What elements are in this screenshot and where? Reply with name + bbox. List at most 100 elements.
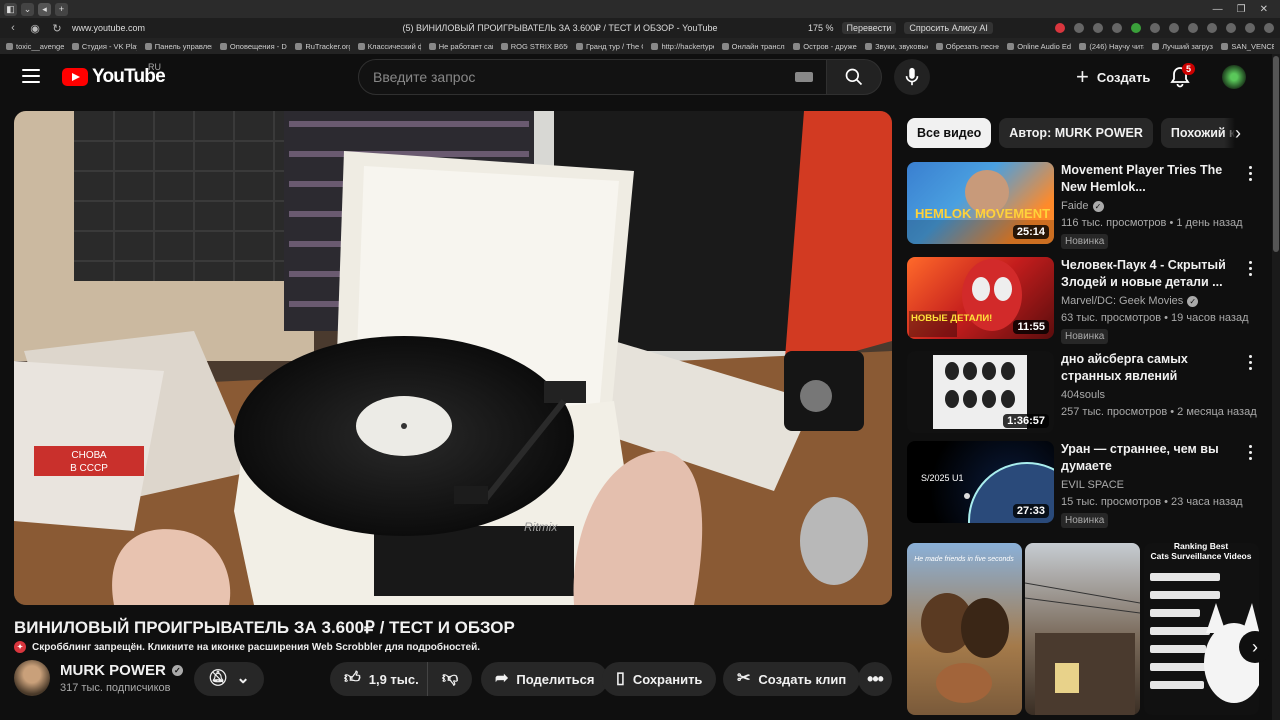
site-info-icon[interactable]: ◉ [28,22,42,35]
search-input[interactable] [373,69,795,85]
account-avatar[interactable] [1222,65,1246,89]
more-icon[interactable] [1247,445,1253,460]
recommendation-item[interactable]: HEMLOK MOVEMENT 25:14 Movement Player Tr… [907,162,1257,249]
share-button[interactable]: ➦ Поделиться [481,662,609,696]
video-thumbnail[interactable]: НОВЫЕ ДЕТАЛИ! 11:55 [907,257,1054,339]
scrobble-notice[interactable]: ✦ Скробблинг запрещён. Кликните на иконк… [14,641,480,653]
channel-avatar[interactable] [14,660,50,696]
back-icon[interactable]: ‹ [6,22,20,34]
video-title[interactable]: Человек-Паук 4 - Скрытый Злодей и новые … [1061,257,1241,291]
bookmark-item[interactable]: Обрезать песню [935,42,999,51]
bookmark-item[interactable]: Гранд тур / The G [576,42,643,51]
short-item[interactable] [1025,543,1140,715]
extension-icon[interactable] [1112,23,1122,33]
browser-menu-icon[interactable]: ◧ [4,2,17,16]
channel-line[interactable]: 404souls [1061,389,1105,401]
extension-icon[interactable] [1226,23,1236,33]
clip-button[interactable]: ✂ Создать клип [723,662,861,696]
dislike-button[interactable]: 👎︎ [427,662,473,696]
close-icon[interactable]: ✕ [1260,4,1268,15]
bookmark-item[interactable]: Online Audio Edit [1007,42,1071,51]
recommendation-item[interactable]: НОВЫЕ ДЕТАЛИ! 11:55 Человек-Паук 4 - Скр… [907,257,1257,344]
bookmark-item[interactable]: Панель управлен [144,42,212,51]
bookmark-item[interactable]: Классический ф [357,42,421,51]
save-button[interactable]: ▯ Сохранить [602,662,717,696]
maximize-icon[interactable]: ❐ [1237,4,1246,15]
page-scrollbar[interactable] [1272,54,1280,720]
recommendation-item[interactable]: S/2025 U1 27:33 Уран — страннее, чем вы … [907,441,1257,528]
menu-icon[interactable] [22,69,40,83]
extension-icon[interactable] [1074,23,1084,33]
keyboard-icon[interactable] [795,72,813,82]
translate-button[interactable]: Перевести [841,22,897,34]
extension-icon[interactable] [1150,23,1160,33]
reload-icon[interactable]: ↻ [50,22,64,35]
video-title[interactable]: Уран — страннее, чем вы думаете [1061,441,1241,475]
more-actions-button[interactable]: ••• [858,662,892,696]
extension-icon[interactable] [1055,23,1065,33]
notifications-button[interactable]: 5 [1170,63,1196,88]
channel-name[interactable]: Marvel/DC: Geek Movies [1061,295,1183,307]
channel-name-row[interactable]: MURK POWER ✓ [60,662,183,679]
extension-icon[interactable] [1207,23,1217,33]
bookmark-item[interactable]: (246) Научу чита [1079,42,1144,51]
bookmark-item[interactable]: Онлайн трансля [721,42,785,51]
extension-icon[interactable] [1188,23,1198,33]
chevron-down-icon: ⌄ [236,670,250,687]
extension-icon[interactable] [1264,23,1274,33]
extension-icon[interactable] [1245,23,1255,33]
subscription-bell-button[interactable]: 🔕︎ ⌄ [194,662,264,696]
channel-name[interactable]: Faide [1061,200,1089,212]
bookmark-item[interactable]: Остров - дружес [793,42,857,51]
video-title[interactable]: дно айсберга самых странных явлений [1061,351,1241,385]
bookmark-item[interactable]: RuTracker.org [295,42,350,51]
bookmark-item[interactable]: Студия - VK Play [71,42,137,51]
chip-author[interactable]: Автор: MURK POWER [999,118,1153,148]
bookmark-item[interactable]: http://hackertype [651,42,714,51]
video-player[interactable]: СНОВА В СССР Ritmix [14,111,892,605]
bookmark-item[interactable]: Лучший загрузч [1152,42,1213,51]
bookmark-item[interactable]: Звуки, звуковые [865,42,928,51]
video-thumbnail[interactable]: S/2025 U1 27:33 [907,441,1054,523]
bookmark-item[interactable]: Не работает сай [428,42,493,51]
video-thumbnail[interactable]: HEMLOK MOVEMENT 25:14 [907,162,1054,244]
voice-search-button[interactable] [894,59,930,95]
channel-line[interactable]: Faide ✓ [1061,200,1104,212]
bookmark-label: Гранд тур / The G [586,41,644,51]
chips-next-icon[interactable]: › [1224,118,1252,148]
url-field[interactable]: www.youtube.com [72,23,312,33]
video-title[interactable]: Movement Player Tries The New Hemlok... [1061,162,1241,196]
new-tab-icon[interactable]: + [55,2,68,16]
chip-all-videos[interactable]: Все видео [907,118,992,148]
more-icon[interactable] [1247,355,1253,370]
shorts-next-icon[interactable]: › [1239,631,1271,663]
channel-name[interactable]: MURK POWER [60,662,166,679]
bookmark-item[interactable]: ROG STRIX B650 [500,42,568,51]
more-icon[interactable] [1247,166,1253,181]
extension-icon[interactable] [1169,23,1179,33]
search-button[interactable] [826,59,882,95]
channel-name[interactable]: EVIL SPACE [1061,479,1124,491]
channel-line[interactable]: EVIL SPACE [1061,479,1124,491]
youtube-logo[interactable]: YouTube RU [62,62,166,88]
short-item[interactable]: Ranking Best Cats Surveillance Videos [1144,543,1259,715]
bookmark-item[interactable]: toxic__avenger [6,42,64,51]
video-thumbnail[interactable]: 1:36:57 [907,351,1054,433]
create-button[interactable]: + Создать [1062,59,1164,95]
channel-name[interactable]: 404souls [1061,389,1105,401]
extension-icon[interactable] [1093,23,1103,33]
more-icon[interactable] [1247,261,1253,276]
extension-icon[interactable] [1131,23,1141,33]
bookmark-item[interactable]: Оповещения - De [219,42,287,51]
bookmark-item[interactable]: SAN_VENCE [1221,42,1274,51]
zoom-level[interactable]: 175 % [808,23,834,33]
tab-list-icon[interactable]: ⌄ [21,2,34,16]
short-item[interactable]: He made friends in five seconds [907,543,1022,715]
scrollbar-thumb[interactable] [1273,56,1279,252]
minimize-icon[interactable]: — [1213,4,1223,15]
alice-button[interactable]: Спросить Алису AI [904,22,993,34]
channel-line[interactable]: Marvel/DC: Geek Movies ✓ [1061,295,1199,307]
active-tab[interactable]: ◂ [38,2,51,16]
recommendation-item[interactable]: 1:36:57 дно айсберга самых странных явле… [907,351,1257,435]
like-button[interactable]: 👍︎ 1,9 тыс. [330,662,431,696]
